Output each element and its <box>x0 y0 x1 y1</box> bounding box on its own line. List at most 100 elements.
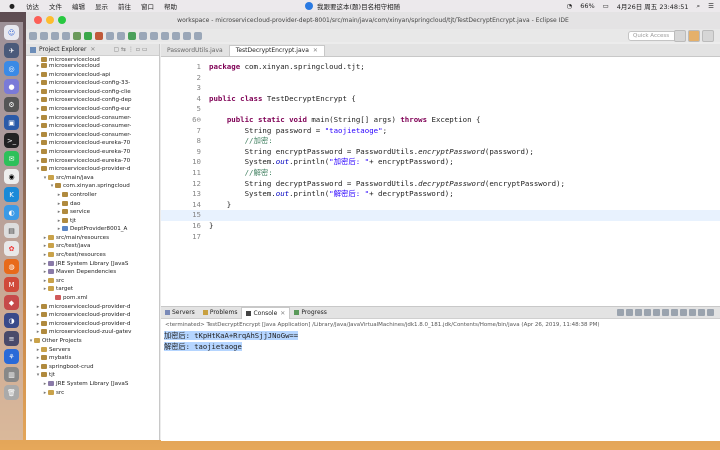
pin-console-icon[interactable] <box>671 309 678 316</box>
editor-tab[interactable]: TestDecryptEncrypt.java ✕ <box>228 45 325 56</box>
explorer-view-menu-icon[interactable]: ▢ ⇆ ⋮ ▫ ▭ <box>113 46 147 53</box>
terminal-icon[interactable]: >_ <box>4 133 19 148</box>
minimize-view-icon[interactable] <box>698 309 705 316</box>
tree-item[interactable]: ▸ dao <box>26 200 159 209</box>
back-icon[interactable] <box>183 31 191 40</box>
code-line[interactable]: 17 <box>161 232 720 243</box>
code-line[interactable]: 12 String decryptPassword = PasswordUtil… <box>161 179 720 190</box>
battery-icon[interactable]: ▭ <box>603 2 609 10</box>
tree-item[interactable]: ▸ Servers <box>26 346 159 355</box>
new-icon[interactable] <box>29 31 37 40</box>
tree-item[interactable]: ▾ microservicecloud-provider-d <box>26 165 159 174</box>
code-line[interactable]: 5 <box>161 104 720 115</box>
editor-tab[interactable]: PasswordUtils.java <box>161 46 229 56</box>
title-bar[interactable]: workspace - microservicecloud-provider-d… <box>26 12 720 30</box>
tree-item[interactable]: ▸ controller <box>26 191 159 200</box>
code-line[interactable]: 9 String encryptPassword = PasswordUtils… <box>161 147 720 158</box>
tree-item[interactable]: ▸ src/main/resources <box>26 234 159 243</box>
tree-item[interactable]: ▸ src <box>26 389 159 398</box>
code-line[interactable]: 6⊖ public static void main(String[] args… <box>161 115 720 126</box>
forward-icon[interactable] <box>194 31 202 40</box>
folder-icon[interactable]: ▥ <box>4 367 19 382</box>
menu-finder[interactable]: 访达 <box>26 1 39 11</box>
run-icon[interactable] <box>84 31 92 40</box>
save-all-icon[interactable] <box>51 31 59 40</box>
scroll-lock-icon[interactable] <box>653 309 660 316</box>
notes-icon[interactable]: ▤ <box>4 223 19 238</box>
code-line[interactable]: 4 public class TestDecryptEncrypt { <box>161 94 720 105</box>
new-class-icon[interactable] <box>128 31 136 40</box>
tree-item[interactable]: pom.xml <box>26 294 159 303</box>
open-type-icon[interactable] <box>139 31 147 40</box>
tab-console[interactable]: Console ✕ <box>241 306 291 319</box>
code-line[interactable]: 15 <box>161 210 720 221</box>
eclipse-icon[interactable]: ● <box>4 79 19 94</box>
app-red-icon[interactable]: ◆ <box>4 295 19 310</box>
tree-item[interactable]: ▾ Other Projects <box>26 337 159 346</box>
menu-edit[interactable]: 编辑 <box>72 1 85 11</box>
tree-item[interactable]: ▸ microservicecloud-config-eur <box>26 105 159 114</box>
tree-item[interactable]: ▾ com.xinyan.springcloud <box>26 182 159 191</box>
menu-view[interactable]: 显示 <box>95 1 108 11</box>
tree-item[interactable]: ▸ microservicecloud-config-dep <box>26 96 159 105</box>
trash-icon[interactable]: 🗑 <box>4 385 19 400</box>
app-icon[interactable]: ▣ <box>4 115 19 130</box>
tree-item[interactable]: ▸ tjt <box>26 217 159 226</box>
tree-item[interactable]: ▸ microservicecloud-eureka-70 <box>26 157 159 166</box>
word-wrap-icon[interactable] <box>662 309 669 316</box>
menu-help[interactable]: 帮助 <box>164 1 177 11</box>
maximize-view-icon[interactable] <box>707 309 714 316</box>
terminate-icon[interactable] <box>617 309 624 316</box>
display-console-icon[interactable] <box>680 309 687 316</box>
tree-item[interactable]: ▸ src/test/java <box>26 242 159 251</box>
launchpad-icon[interactable]: ✈ <box>4 43 19 58</box>
photos-icon[interactable]: ✿ <box>4 241 19 256</box>
code-line[interactable]: 7 String password = "taojietaoge"; <box>161 126 720 137</box>
external-tools-icon[interactable] <box>95 31 103 40</box>
code-line[interactable]: 3 <box>161 83 720 94</box>
battery-percent[interactable]: 66% <box>580 2 594 10</box>
qq-icon[interactable]: ◉ <box>4 169 19 184</box>
safari-icon[interactable]: ◎ <box>4 61 19 76</box>
app-dark-icon[interactable]: ◑ <box>4 313 19 328</box>
menu-window[interactable]: 窗口 <box>141 1 154 11</box>
code-line[interactable]: 1 package com.xinyan.springcloud.tjt; <box>161 62 720 73</box>
mail-icon[interactable]: M <box>4 277 19 292</box>
code-line[interactable]: 11 //解密: <box>161 168 720 179</box>
tree-item[interactable]: ▸ microservicecloud-consumer- <box>26 122 159 131</box>
close-icon[interactable]: ✕ <box>313 47 318 54</box>
app-network-icon[interactable]: ⚘ <box>4 349 19 364</box>
tree-item[interactable]: ▸ service <box>26 208 159 217</box>
tree-item[interactable]: ▸ microservicecloud <box>26 62 159 71</box>
tree-item[interactable]: ▸ microservicecloud-consumer- <box>26 114 159 123</box>
tree-item[interactable]: ▸ microservicecloud-provider-d <box>26 311 159 320</box>
next-annotation-icon[interactable] <box>161 31 169 40</box>
list-icon[interactable]: ☰ <box>708 2 714 10</box>
close-icon[interactable]: ✕ <box>90 46 95 53</box>
open-perspective-icon[interactable] <box>674 30 686 42</box>
tree-item[interactable]: ▾ src/main/java <box>26 174 159 183</box>
apple-icon[interactable]: ● <box>8 2 16 10</box>
new-package-icon[interactable] <box>117 31 125 40</box>
tree-item[interactable]: ▸ microservicecloud-config-33- <box>26 79 159 88</box>
code-line[interactable]: 2 <box>161 73 720 84</box>
remove-launch-icon[interactable] <box>626 309 633 316</box>
menu-go[interactable]: 前往 <box>118 1 131 11</box>
code-line[interactable]: 10 System.out.println("加密后: "+ encryptPa… <box>161 157 720 168</box>
wifi-icon[interactable]: ◔ <box>567 2 573 10</box>
code-line[interactable]: 8 //加密: <box>161 136 720 147</box>
menu-file[interactable]: 文件 <box>49 1 62 11</box>
firefox-icon[interactable]: ◍ <box>4 259 19 274</box>
tree-item[interactable]: ▸ microservicecloud-provider-d <box>26 303 159 312</box>
app-blue-icon[interactable]: ◐ <box>4 205 19 220</box>
tree-item[interactable]: ▸ mybatis <box>26 354 159 363</box>
clock[interactable]: 4月26日 周五 23:48:51 <box>617 1 689 11</box>
tree-item[interactable]: ▾ tjt <box>26 371 159 380</box>
remove-all-icon[interactable] <box>635 309 642 316</box>
app-status-icon[interactable] <box>305 2 313 10</box>
preferences-icon[interactable]: ⚙ <box>4 97 19 112</box>
tree-item[interactable]: ▸ microservicecloud-provider-d <box>26 320 159 329</box>
tab-problems[interactable]: Problems <box>199 307 242 318</box>
java-ee-perspective-icon[interactable] <box>688 30 700 42</box>
save-icon[interactable] <box>40 31 48 40</box>
